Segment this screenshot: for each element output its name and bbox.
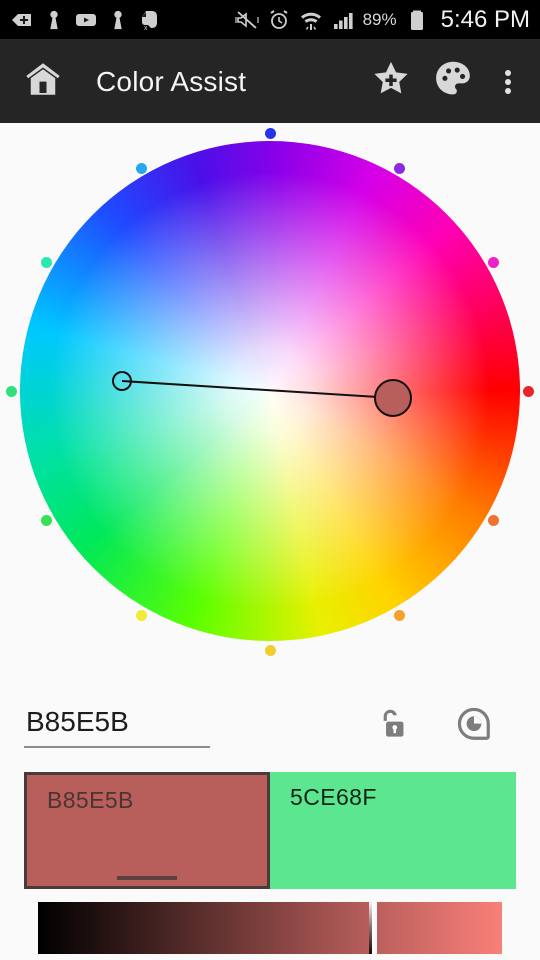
more-vertical-icon <box>505 67 511 97</box>
home-button[interactable] <box>15 54 71 110</box>
status-bar-system: 89% 5:46 PM <box>234 6 530 34</box>
harmony-marker[interactable] <box>393 162 405 174</box>
action-bar: Color Assist <box>0 40 540 123</box>
youtube-icon <box>74 8 98 32</box>
harmony-marker[interactable] <box>135 162 147 174</box>
primary-handle[interactable] <box>374 379 412 417</box>
brightness-slider[interactable] <box>38 902 502 954</box>
battery-percent: 89% <box>362 10 397 29</box>
action-bar-actions <box>360 51 540 113</box>
harmony-marker[interactable] <box>264 127 276 139</box>
hex-input[interactable] <box>24 702 210 748</box>
contact-icon <box>43 9 65 31</box>
harmony-marker[interactable] <box>393 609 405 621</box>
contrast-button[interactable] <box>446 698 502 754</box>
color-wheel[interactable] <box>20 141 520 641</box>
svg-text:x: x <box>144 25 148 32</box>
overflow-menu-button[interactable] <box>484 51 532 113</box>
download-badge-icon <box>10 8 34 32</box>
harmony-marker[interactable] <box>487 256 499 268</box>
color-wheel-area[interactable] <box>0 123 540 690</box>
swatch-active-indicator <box>117 876 177 880</box>
brightness-slider-track[interactable] <box>38 902 502 954</box>
battery-icon <box>405 8 429 32</box>
lock-toggle-button[interactable] <box>362 698 418 754</box>
add-favorite-button[interactable] <box>360 51 422 113</box>
alarm-clock-icon <box>267 8 291 32</box>
contact-icon-2 <box>107 9 129 31</box>
swatch-hex-label: B85E5B <box>47 787 134 813</box>
star-plus-icon <box>370 58 412 105</box>
harmony-marker[interactable] <box>40 256 52 268</box>
harmony-marker[interactable] <box>487 514 499 526</box>
swatch-secondary[interactable]: 5CE68F <box>270 772 516 889</box>
secondary-handle[interactable] <box>112 371 132 391</box>
swatch-primary[interactable]: B85E5B <box>24 772 270 889</box>
clock-time: 5:46 PM <box>440 6 530 33</box>
palette-button[interactable] <box>422 51 484 113</box>
page-title: Color Assist <box>96 65 247 97</box>
evernote-icon: x <box>138 8 162 32</box>
color-wheel-wrapper[interactable] <box>0 123 540 690</box>
harmony-marker[interactable] <box>40 514 52 526</box>
wifi-icon <box>299 8 323 32</box>
home-icon <box>22 58 64 105</box>
contrast-circle-icon <box>455 705 493 748</box>
harmony-marker[interactable] <box>5 385 17 397</box>
unlock-icon <box>371 705 409 748</box>
harmony-marker[interactable] <box>264 644 276 656</box>
status-bar-notifications: x <box>10 8 162 32</box>
swatch-hex-label: 5CE68F <box>290 784 377 810</box>
vibrate-mute-icon <box>234 8 259 32</box>
harmony-marker[interactable] <box>522 385 534 397</box>
brightness-slider-gap <box>371 902 377 954</box>
signal-bars-icon <box>331 8 355 32</box>
palette-icon <box>431 57 475 106</box>
hex-row <box>0 690 540 770</box>
swatch-list[interactable]: B85E5B 5CE68F <box>24 772 516 889</box>
harmony-marker[interactable] <box>135 609 147 621</box>
status-bar[interactable]: x 89% 5:46 PM <box>0 0 540 40</box>
brightness-slider-thumb[interactable] <box>368 902 372 954</box>
